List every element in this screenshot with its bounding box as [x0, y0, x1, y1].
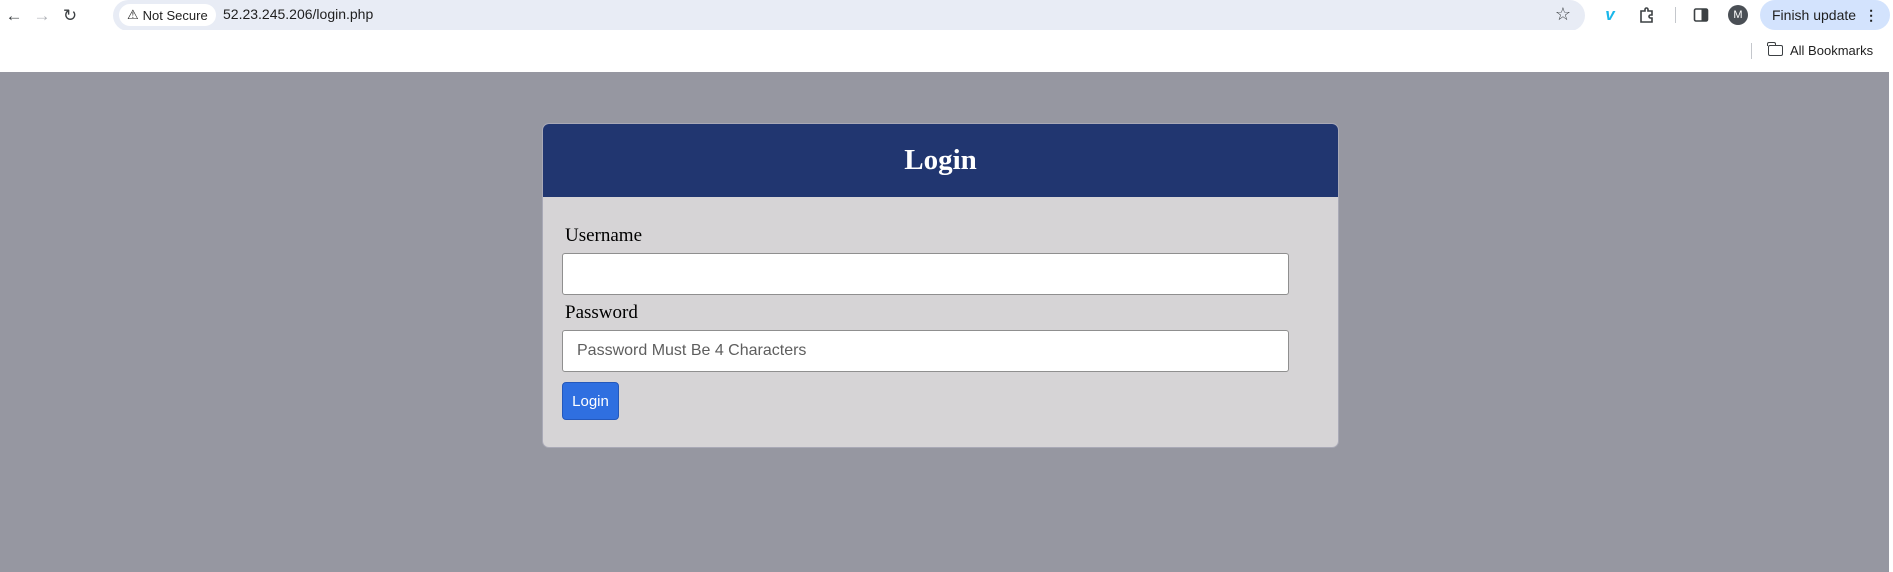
- all-bookmarks-label: All Bookmarks: [1790, 43, 1874, 58]
- security-label: Not Secure: [142, 7, 208, 23]
- username-input[interactable]: [562, 253, 1289, 295]
- warning-icon: ⚠: [127, 7, 139, 22]
- folder-icon: [1767, 42, 1783, 56]
- login-button[interactable]: Login: [562, 382, 619, 420]
- extensions-puzzle-icon[interactable]: [1636, 4, 1658, 26]
- login-card: Login Username Password Login: [542, 123, 1339, 448]
- url-text[interactable]: 52.23.245.206/login.php: [223, 6, 373, 22]
- password-label: Password: [565, 302, 638, 323]
- password-input[interactable]: [562, 330, 1289, 372]
- all-bookmarks-button[interactable]: All Bookmarks: [1767, 42, 1874, 58]
- bookmarks-divider: [1751, 43, 1752, 59]
- toolbar-divider: [1675, 7, 1676, 23]
- finish-update-button[interactable]: Finish update ⋮: [1760, 0, 1891, 30]
- forward-arrow-icon[interactable]: →: [30, 3, 54, 27]
- finish-update-label: Finish update: [1772, 7, 1857, 23]
- page-right-edge: [1889, 72, 1893, 572]
- side-panel-icon[interactable]: [1690, 4, 1712, 26]
- bookmark-star-icon[interactable]: ☆: [1555, 4, 1571, 25]
- browser-toolbar: ← → ↻ ⚠ Not Secure 52.23.245.206/login.p…: [0, 0, 1893, 31]
- bookmarks-bar: All Bookmarks: [0, 30, 1893, 72]
- security-chip[interactable]: ⚠ Not Secure: [119, 4, 216, 26]
- more-vertical-icon: ⋮: [1864, 6, 1879, 23]
- reload-icon[interactable]: ↻: [58, 3, 82, 27]
- page-title: Login: [904, 144, 977, 176]
- page-viewport: Login Username Password Login: [0, 72, 1889, 572]
- address-bar[interactable]: ⚠ Not Secure 52.23.245.206/login.php ☆: [113, 0, 1585, 31]
- login-card-header: Login: [543, 124, 1338, 197]
- vimeo-extension-icon[interactable]: v: [1599, 4, 1621, 26]
- back-arrow-icon[interactable]: ←: [2, 3, 26, 27]
- username-label: Username: [565, 225, 643, 246]
- profile-avatar[interactable]: M: [1728, 5, 1748, 25]
